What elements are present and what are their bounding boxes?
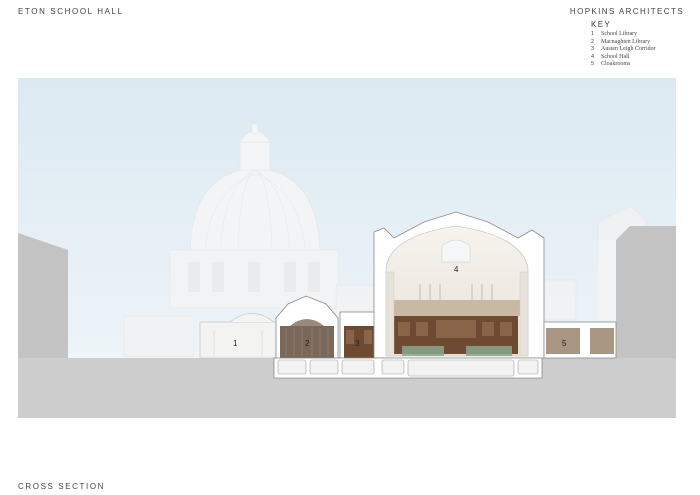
cloakrooms bbox=[543, 321, 617, 359]
basement-voids bbox=[277, 359, 539, 377]
left-neighbour-building bbox=[18, 233, 68, 358]
drawing-caption: CROSS SECTION bbox=[18, 482, 106, 491]
right-pale-building bbox=[598, 240, 616, 320]
section-label: 3 bbox=[355, 339, 360, 348]
section-label: 5 bbox=[562, 339, 567, 348]
section-label: 4 bbox=[454, 265, 459, 274]
austen-leigh-corridor bbox=[339, 311, 377, 359]
section-label: 1 bbox=[233, 339, 238, 348]
section-label: 2 bbox=[305, 339, 310, 348]
cross-section-drawing: 1 2 3 4 5 bbox=[18, 78, 676, 418]
right-neighbour-building bbox=[616, 226, 676, 358]
